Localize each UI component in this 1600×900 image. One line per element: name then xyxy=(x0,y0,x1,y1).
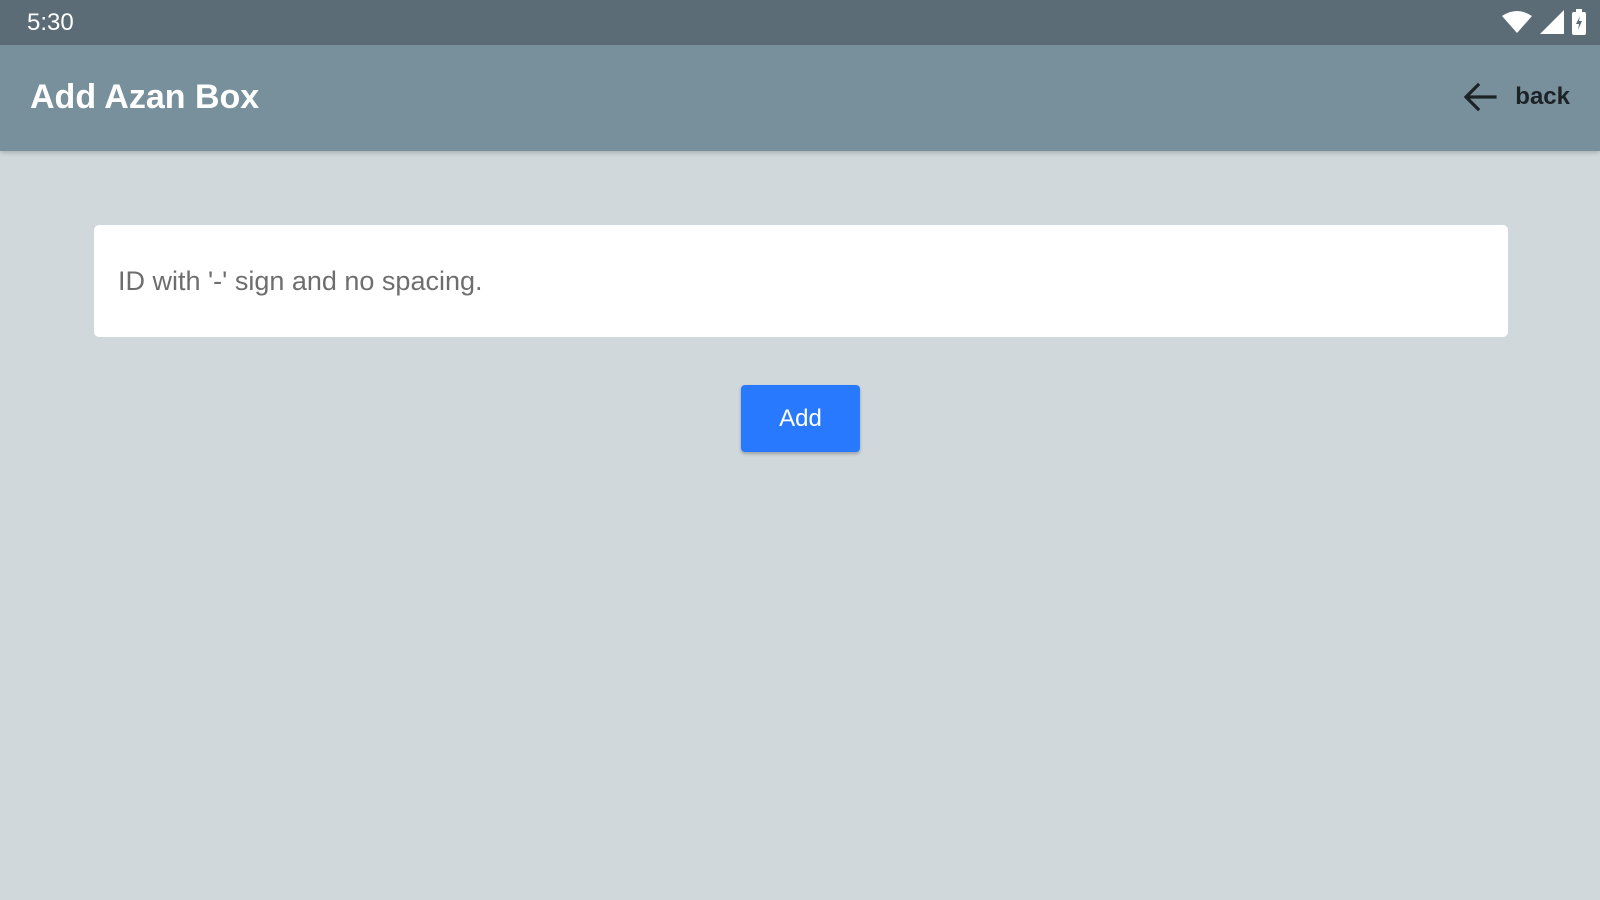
cellular-signal-icon xyxy=(1540,10,1564,34)
wifi-icon xyxy=(1502,11,1532,33)
back-button[interactable]: back xyxy=(1463,76,1570,118)
status-bar: 5:30 xyxy=(0,0,1600,45)
app-bar: Add Azan Box back xyxy=(0,45,1600,151)
id-input[interactable] xyxy=(94,225,1508,337)
battery-icon xyxy=(1572,9,1586,35)
add-button[interactable]: Add xyxy=(741,385,860,452)
page-title: Add Azan Box xyxy=(30,78,260,116)
back-label: back xyxy=(1515,83,1570,110)
arrow-left-icon xyxy=(1464,82,1497,112)
status-time: 5:30 xyxy=(27,9,74,36)
status-icons xyxy=(1502,9,1586,35)
